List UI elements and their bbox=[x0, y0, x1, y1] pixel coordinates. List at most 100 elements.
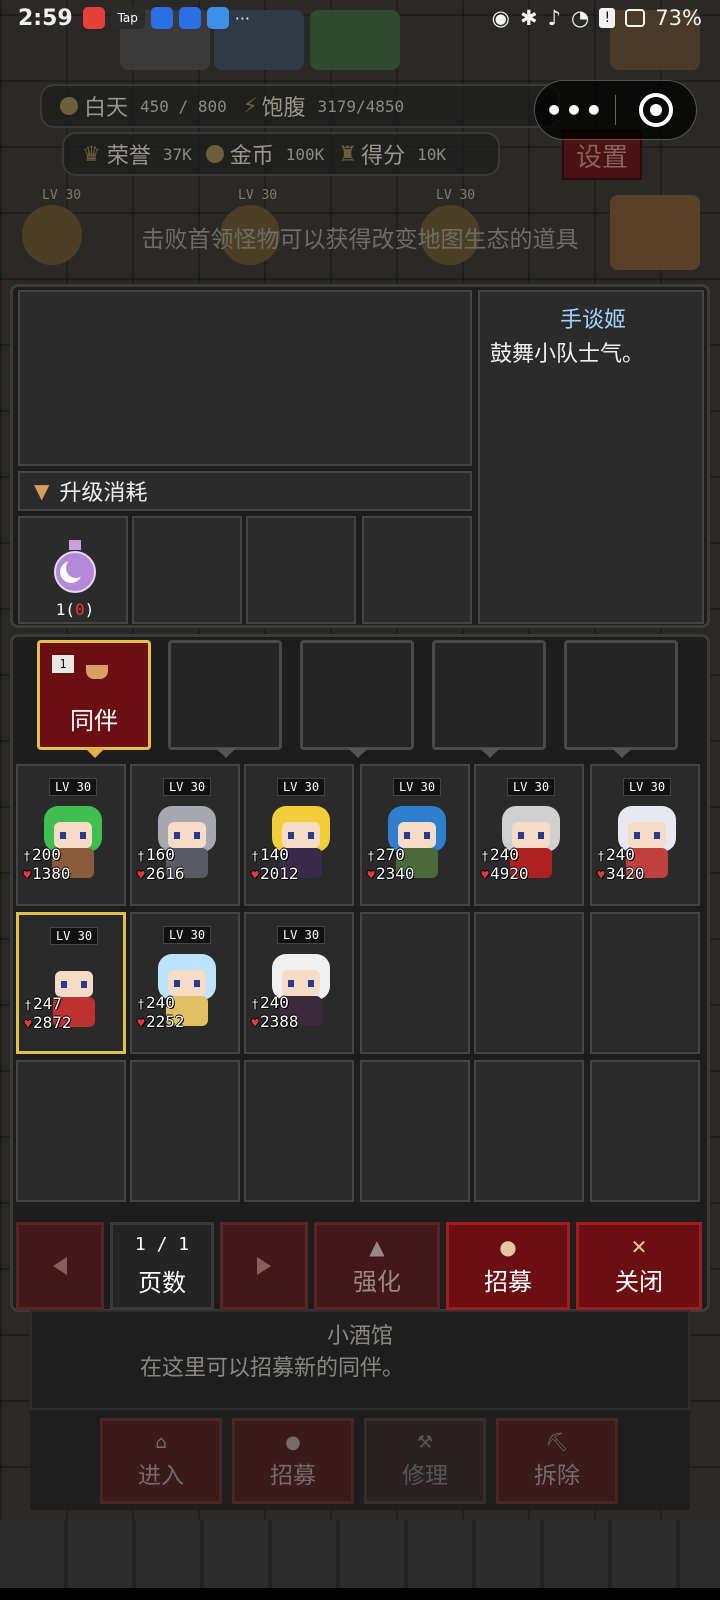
recruit-button[interactable]: ● 招募 bbox=[446, 1222, 570, 1310]
empty-hero-slot[interactable] bbox=[590, 1060, 700, 1202]
more-menu-button[interactable]: ••• bbox=[535, 94, 615, 127]
empty-hero-slot[interactable] bbox=[474, 1060, 584, 1202]
sun-icon bbox=[60, 97, 78, 115]
heart-icon: ♥ bbox=[137, 868, 145, 882]
honor-value: 37K bbox=[162, 144, 192, 164]
party-slot-2[interactable] bbox=[168, 640, 282, 750]
next-page-button[interactable] bbox=[220, 1222, 308, 1310]
hud-resources-bar: ♛ 荣誉 37K 金币 100K ♜ 得分 10K bbox=[62, 132, 500, 176]
hero-hp: 2252 bbox=[146, 1012, 185, 1031]
party-slot-3[interactable] bbox=[300, 640, 414, 750]
close-button[interactable]: ✕ 关闭 bbox=[576, 1222, 702, 1310]
honor-label: 荣誉 bbox=[106, 144, 151, 169]
enter-label: 进入 bbox=[138, 1463, 184, 1489]
slot-arrow-icon bbox=[348, 748, 368, 758]
heart-icon: ♥ bbox=[137, 1016, 145, 1030]
coin-icon bbox=[205, 145, 224, 163]
enhance-label: 强化 bbox=[353, 1267, 401, 1296]
slot-arrow-icon bbox=[216, 748, 236, 758]
hero-card[interactable]: LV 30 †200 ♥1380 bbox=[16, 764, 126, 906]
pickaxe-icon: ⛏ bbox=[545, 1432, 569, 1453]
miniprogram-capsule: ••• bbox=[534, 80, 697, 140]
hero-card[interactable]: LV 30 †240 ♥3420 bbox=[590, 764, 700, 906]
hero-stats: †270 ♥2340 bbox=[366, 846, 414, 884]
empty-hero-slot[interactable] bbox=[130, 1060, 240, 1202]
battery-icon bbox=[625, 9, 646, 27]
sword-icon: † bbox=[24, 998, 32, 1012]
preview-box bbox=[18, 290, 472, 466]
hero-attack: 247 bbox=[33, 994, 62, 1013]
hero-hp: 2012 bbox=[260, 864, 299, 883]
map-ground-strip bbox=[0, 1520, 720, 1588]
party-slot-4[interactable] bbox=[432, 640, 546, 750]
hero-description-box: 手谈姬 鼓舞小队士气。 bbox=[478, 290, 704, 624]
prev-page-button[interactable] bbox=[16, 1222, 104, 1310]
empty-hero-slot[interactable] bbox=[474, 912, 584, 1054]
bluetooth-icon: ✱ bbox=[519, 6, 538, 30]
hero-attack: 200 bbox=[32, 845, 61, 864]
hero-card[interactable]: LV 30 †160 ♥2616 bbox=[130, 764, 240, 906]
hero-stats: †240 ♥2388 bbox=[250, 994, 298, 1032]
shield-app-icon bbox=[206, 7, 229, 29]
hero-hp: 2872 bbox=[33, 1013, 72, 1032]
lightning-icon: ⚡ bbox=[242, 94, 258, 118]
satiety-label: 饱腹 bbox=[261, 96, 306, 121]
hero-card[interactable]: LV 30 †247 ♥2872 bbox=[16, 912, 126, 1054]
empty-hero-slot[interactable] bbox=[360, 912, 470, 1054]
arrow-down-icon: ▼ bbox=[34, 479, 50, 503]
close-miniprogram-button[interactable] bbox=[616, 93, 696, 127]
hero-card[interactable]: LV 30 †240 ♥4920 bbox=[474, 764, 584, 906]
cost-slot[interactable] bbox=[132, 516, 242, 624]
empty-hero-slot[interactable] bbox=[16, 1060, 126, 1202]
slot-arrow-icon bbox=[85, 748, 105, 758]
cost-slot[interactable]: 1(0) bbox=[18, 516, 128, 624]
cost-slot[interactable] bbox=[362, 516, 472, 624]
demolish-button[interactable]: ⛏ 拆除 bbox=[496, 1418, 618, 1504]
enhance-button[interactable]: ▲ 强化 bbox=[314, 1222, 440, 1310]
sword-icon: † bbox=[597, 849, 605, 863]
hero-hp: 1380 bbox=[32, 864, 71, 883]
hero-attack: 160 bbox=[146, 845, 175, 864]
sword-icon: † bbox=[367, 849, 375, 863]
alert-icon: ! bbox=[599, 8, 616, 28]
page-label: 页数 bbox=[138, 1269, 186, 1297]
hero-level: LV 30 bbox=[277, 926, 325, 944]
cost-slot[interactable] bbox=[246, 516, 356, 624]
slot-arrow-icon bbox=[480, 748, 500, 758]
hero-card[interactable]: LV 30 †240 ♥2388 bbox=[244, 912, 354, 1054]
heart-icon: ♥ bbox=[251, 1016, 259, 1030]
sword-icon: † bbox=[137, 849, 145, 863]
clock: 2:59 bbox=[18, 5, 73, 31]
close-icon: ✕ bbox=[630, 1234, 648, 1259]
party-slot-5[interactable] bbox=[564, 640, 678, 750]
enter-button[interactable]: ⌂ 进入 bbox=[100, 1418, 222, 1504]
hero-card[interactable]: LV 30 †140 ♥2012 bbox=[244, 764, 354, 906]
hero-card[interactable]: LV 30 †240 ♥2252 bbox=[130, 912, 240, 1054]
hero-level: LV 30 bbox=[163, 778, 211, 796]
eye-icon: ◉ bbox=[491, 6, 510, 30]
hero-hp: 2616 bbox=[146, 864, 185, 883]
hero-attack: 240 bbox=[606, 845, 635, 864]
hero-stats: †240 ♥3420 bbox=[596, 845, 644, 884]
moon-potion-icon bbox=[54, 540, 96, 593]
upgrade-arrow-icon: ▲ bbox=[369, 1234, 385, 1259]
empty-hero-slot[interactable] bbox=[244, 1060, 354, 1202]
heart-icon: ♥ bbox=[481, 868, 489, 882]
party-slot-1[interactable]: 1 同伴 bbox=[37, 640, 151, 750]
building-recruit-button[interactable]: ● 招募 bbox=[232, 1418, 354, 1504]
hero-card[interactable]: LV 30 †270 ♥2340 bbox=[360, 764, 470, 906]
map-level-label: LV 30 bbox=[436, 188, 476, 203]
hero-skill-desc: 鼓舞小队士气。 bbox=[490, 342, 645, 367]
demolish-label: 拆除 bbox=[534, 1463, 580, 1489]
hero-attack: 140 bbox=[260, 845, 289, 864]
status-bar: 2:59 Tap ··· ◉ ✱ ♪ ◔ ! 73% bbox=[0, 0, 720, 36]
gold-value: 100K bbox=[285, 144, 325, 164]
empty-hero-slot[interactable] bbox=[590, 912, 700, 1054]
repair-button[interactable]: ⚒ 修理 bbox=[364, 1418, 486, 1504]
hero-name: 手谈姬 bbox=[559, 308, 626, 333]
bowl-icon bbox=[86, 665, 108, 679]
empty-hero-slot[interactable] bbox=[360, 1060, 470, 1202]
score-label: 得分 bbox=[361, 144, 406, 169]
hero-stats: †140 ♥2012 bbox=[250, 845, 299, 884]
page-count: 1 / 1 bbox=[134, 1234, 190, 1255]
